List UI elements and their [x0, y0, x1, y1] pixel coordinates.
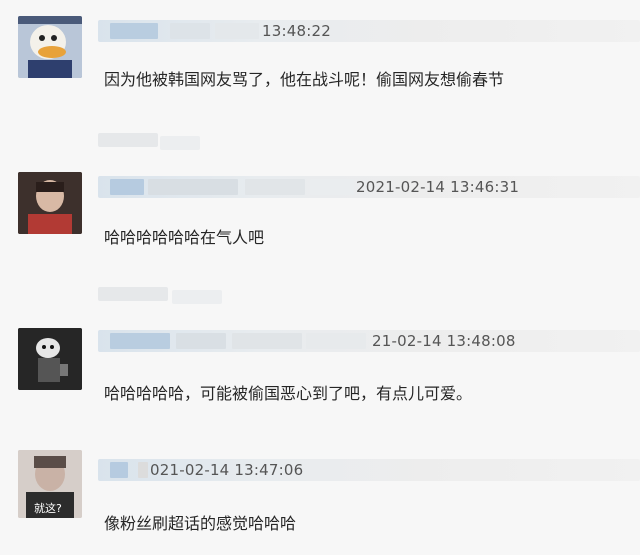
- comment-item: 13:48:22 因为他被韩国网友骂了，他在战斗呢！偷国网友想偷春节: [0, 0, 640, 100]
- reply-placeholder: [160, 136, 200, 150]
- avatar[interactable]: [18, 16, 82, 78]
- comment-item: 2021-02-14 13:46:31 哈哈哈哈哈哈在气人吧: [0, 168, 640, 258]
- reply-placeholder: [98, 287, 168, 301]
- timestamp: 13:48:22: [262, 22, 331, 40]
- comment-text: 哈哈哈哈哈，可能被偷国恶心到了吧，有点儿可爱。: [104, 384, 473, 403]
- timestamp: 21-02-14 13:48:08: [372, 332, 516, 350]
- comment-text: 哈哈哈哈哈哈在气人吧: [104, 228, 265, 247]
- avatar-caption: 就这?: [34, 502, 62, 515]
- avatar[interactable]: [18, 328, 82, 390]
- comment-item: 就这? 021-02-14 13:47:06 像粉丝刷超话的感觉哈哈哈: [0, 450, 640, 555]
- comment-text: 像粉丝刷超话的感觉哈哈哈: [104, 514, 297, 533]
- person-avatar-icon: [18, 172, 82, 234]
- comment-text: 因为他被韩国网友骂了，他在战斗呢！偷国网友想偷春节: [104, 70, 505, 89]
- timestamp: 2021-02-14 13:46:31: [356, 178, 520, 196]
- timestamp: 021-02-14 13:47:06: [150, 461, 304, 479]
- figure-avatar-icon: [18, 328, 82, 390]
- avatar[interactable]: [18, 172, 82, 234]
- avatar[interactable]: 就这?: [18, 450, 82, 518]
- comment-item: 21-02-14 13:48:08 哈哈哈哈哈，可能被偷国恶心到了吧，有点儿可爱…: [0, 322, 640, 422]
- reply-placeholder: [172, 290, 222, 304]
- reply-placeholder: [98, 133, 158, 147]
- donald-duck-avatar-icon: [18, 16, 82, 78]
